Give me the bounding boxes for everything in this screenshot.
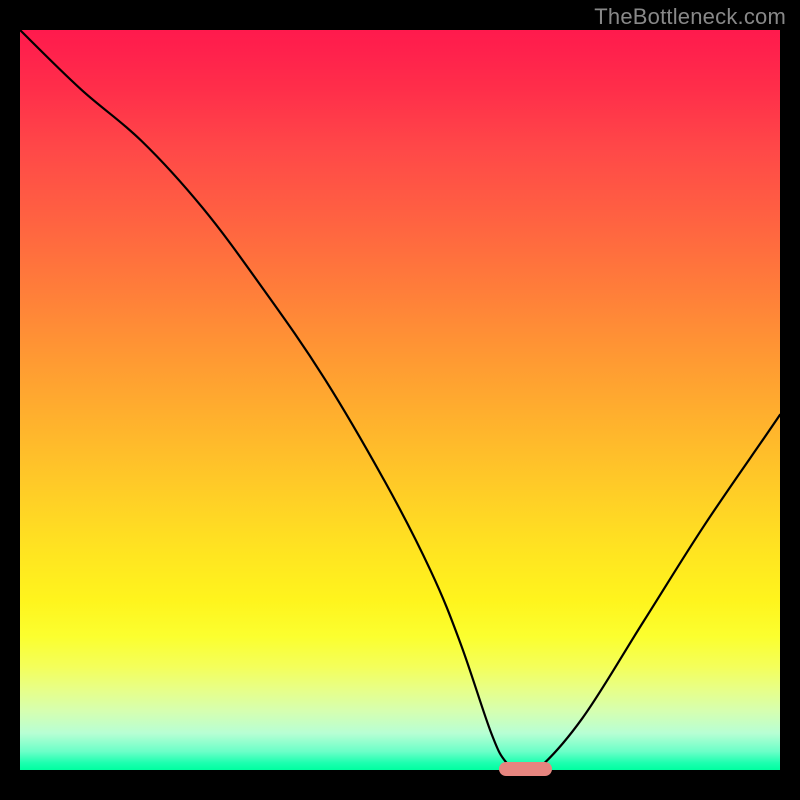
- curve-svg: [20, 30, 780, 770]
- bottleneck-curve: [20, 30, 780, 770]
- chart-frame: TheBottleneck.com: [0, 0, 800, 800]
- optimal-marker: [499, 762, 552, 776]
- watermark-text: TheBottleneck.com: [594, 4, 786, 30]
- plot-area: [20, 30, 780, 770]
